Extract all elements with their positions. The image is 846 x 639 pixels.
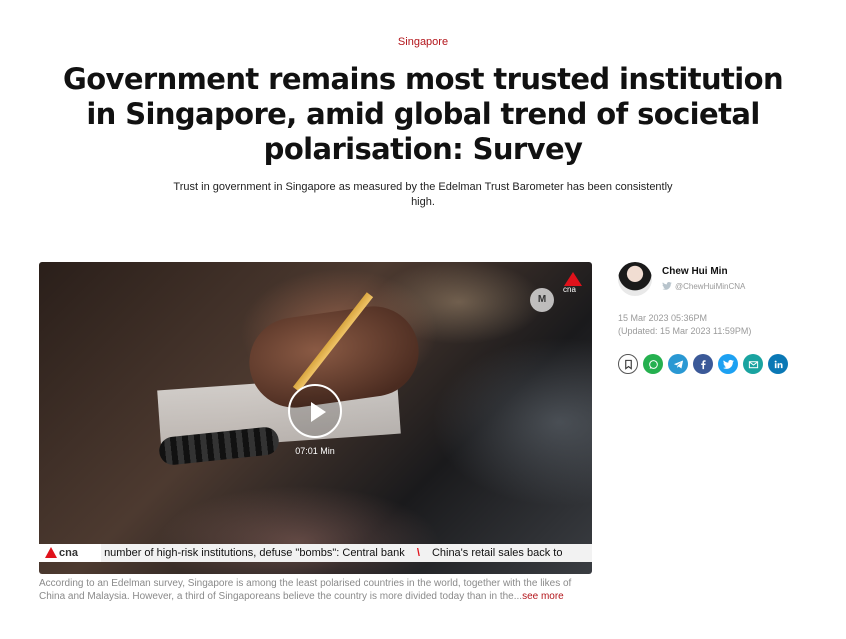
- twitter-handle-row[interactable]: @ChewHuiMinCNA: [662, 282, 745, 291]
- author-name[interactable]: Chew Hui Min: [662, 266, 728, 277]
- share-email-button[interactable]: [743, 354, 763, 374]
- video-caption: According to an Edelman survey, Singapor…: [39, 577, 592, 603]
- play-button[interactable]: [288, 384, 342, 438]
- article-dek: Trust in government in Singapore as meas…: [173, 181, 673, 208]
- share-whatsapp-button[interactable]: [643, 354, 663, 374]
- linkedin-icon: [774, 360, 783, 368]
- video-duration: 07:01 Min: [295, 446, 335, 456]
- ticker-item: number of high-risk institutions, defuse…: [104, 547, 405, 559]
- whatsapp-icon: [648, 359, 658, 369]
- category-link[interactable]: Singapore: [0, 36, 846, 48]
- telegram-icon: [673, 359, 683, 369]
- author-avatar[interactable]: [618, 262, 652, 296]
- caption-text: According to an Edelman survey, Singapor…: [39, 578, 572, 602]
- mediacorp-logo: M: [530, 288, 554, 312]
- share-linkedin-button[interactable]: [768, 354, 788, 374]
- facebook-icon: [700, 359, 706, 369]
- publish-dates: 15 Mar 2023 05:36PM (Updated: 15 Mar 202…: [618, 312, 751, 338]
- twitter-icon: [662, 282, 672, 290]
- twitter-handle: @ChewHuiMinCNA: [675, 282, 746, 291]
- email-icon: [748, 360, 758, 368]
- ticker-separator: \: [416, 547, 420, 559]
- article-headline: Government remains most trusted institut…: [63, 62, 784, 166]
- twitter-icon: [722, 359, 734, 369]
- video-player[interactable]: cna M 07:01 Min cna number of high-risk …: [39, 262, 592, 574]
- share-twitter-button[interactable]: [718, 354, 738, 374]
- share-facebook-button[interactable]: [693, 354, 713, 374]
- share-bar: [618, 354, 793, 374]
- ticker-cna-logo: cna: [39, 544, 101, 562]
- play-icon: [311, 402, 326, 422]
- see-more-link[interactable]: see more: [522, 591, 564, 602]
- news-ticker: cna number of high-risk institutions, de…: [39, 544, 592, 562]
- bookmark-icon: [624, 359, 632, 370]
- share-telegram-button[interactable]: [668, 354, 688, 374]
- published-date: 15 Mar 2023 05:36PM: [618, 313, 708, 323]
- cna-corner-logo: cna: [560, 272, 586, 308]
- ticker-item: China's retail sales back to: [431, 547, 563, 559]
- updated-date: (Updated: 15 Mar 2023 11:59PM): [618, 326, 752, 336]
- bookmark-button[interactable]: [618, 354, 638, 374]
